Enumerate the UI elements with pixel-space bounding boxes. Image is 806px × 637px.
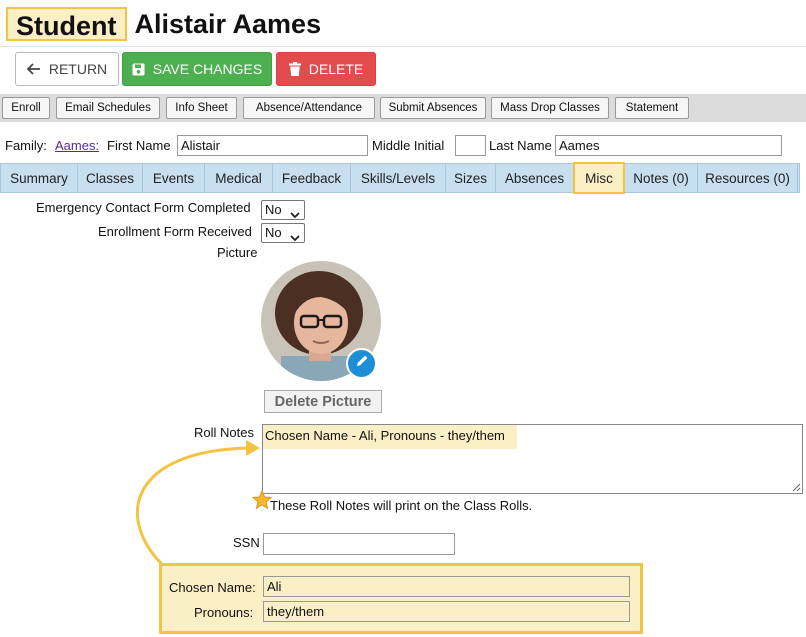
tab-sizes[interactable]: Sizes [446, 164, 496, 192]
student-badge: Student [6, 7, 127, 41]
last-name-label: Last Name [489, 138, 552, 153]
delete-button[interactable]: DELETE [276, 52, 376, 86]
first-name-field[interactable]: Alistair [177, 135, 368, 156]
picture-label: Picture [217, 245, 258, 260]
last-name-field[interactable]: Aames [555, 135, 782, 156]
tab-resources[interactable]: Resources (0) [698, 164, 798, 192]
absence-attendance-button[interactable]: Absence/Attendance [243, 97, 375, 119]
enroll-button[interactable]: Enroll [2, 97, 50, 119]
tab-absences[interactable]: Absences [496, 164, 574, 192]
info-sheet-button[interactable]: Info Sheet [166, 97, 237, 119]
return-button[interactable]: RETURN [15, 52, 119, 86]
family-link[interactable]: Aames: [55, 138, 99, 153]
roll-notes-hint: These Roll Notes will print on the Class… [270, 498, 533, 513]
tab-classes[interactable]: Classes [78, 164, 143, 192]
custom-fields-highlight [159, 563, 643, 634]
enrollment-form-select[interactable]: No [261, 223, 305, 243]
family-label: Family: [5, 138, 47, 153]
tab-misc[interactable]: Misc [573, 162, 625, 194]
emergency-contact-select[interactable]: No [261, 200, 305, 220]
submit-absences-button[interactable]: Submit Absences [380, 97, 486, 119]
middle-initial-field[interactable] [455, 135, 486, 156]
email-schedules-button[interactable]: Email Schedules [56, 97, 160, 119]
enrollment-form-value: No [265, 225, 282, 240]
first-name-label: First Name [107, 138, 171, 153]
delete-picture-button[interactable]: Delete Picture [264, 390, 382, 413]
roll-notes-value: Chosen Name - Ali, Pronouns - they/them [263, 425, 517, 449]
chosen-name-label: Chosen Name: [169, 580, 256, 595]
trash-icon [288, 62, 301, 76]
pronouns-field[interactable]: they/them [263, 601, 630, 622]
page-title: Student Alistair Aames [6, 5, 321, 43]
tab-summary[interactable]: Summary [1, 164, 78, 192]
save-changes-button[interactable]: SAVE CHANGES [122, 52, 272, 86]
delete-label: DELETE [308, 61, 364, 77]
pronouns-label: Pronouns: [194, 605, 254, 620]
pencil-icon [355, 354, 369, 373]
statement-button[interactable]: Statement [615, 97, 689, 119]
resize-handle-icon [792, 483, 801, 492]
tab-medical[interactable]: Medical [205, 164, 273, 192]
return-label: RETURN [48, 61, 108, 77]
tab-feedback[interactable]: Feedback [273, 164, 351, 192]
edit-picture-button[interactable] [346, 348, 377, 379]
student-name: Alistair Aames [134, 8, 322, 39]
header-divider [0, 46, 806, 47]
chevron-down-icon [290, 229, 300, 247]
chosen-name-field[interactable]: Ali [263, 576, 630, 597]
middle-initial-label: Middle Initial [372, 138, 445, 153]
annotation-arrow-icon [135, 440, 260, 570]
tab-skills-levels[interactable]: Skills/Levels [351, 164, 446, 192]
mass-drop-classes-button[interactable]: Mass Drop Classes [491, 97, 609, 119]
tab-events[interactable]: Events [143, 164, 205, 192]
emergency-contact-value: No [265, 202, 282, 217]
arrow-left-icon [26, 63, 41, 75]
floppy-disk-icon [132, 63, 145, 76]
ssn-field[interactable] [263, 533, 455, 555]
emergency-contact-label: Emergency Contact Form Completed [36, 200, 251, 215]
save-label: SAVE CHANGES [152, 61, 263, 77]
tab-notes[interactable]: Notes (0) [625, 164, 698, 192]
enrollment-form-label: Enrollment Form Received [98, 224, 252, 239]
chevron-down-icon [290, 206, 300, 224]
